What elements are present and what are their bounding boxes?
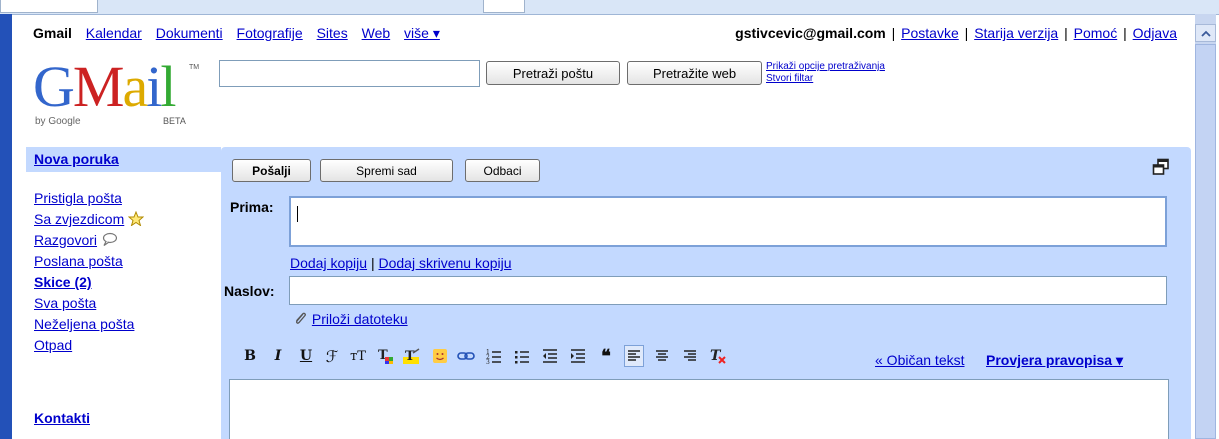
- italic-icon[interactable]: I: [268, 345, 288, 367]
- spellcheck-link[interactable]: Provjera pravopisa ▾: [986, 352, 1123, 369]
- highlight-icon[interactable]: T: [402, 345, 422, 367]
- search-mail-button[interactable]: Pretraži poštu: [486, 61, 620, 85]
- help-link[interactable]: Pomoć: [1074, 25, 1118, 41]
- chevron-up-icon: [1200, 30, 1211, 37]
- sidebar-item-inbox[interactable]: Pristigla pošta: [34, 190, 122, 206]
- top-nav: Gmail Kalendar Dokumenti Fotografije Sit…: [33, 25, 450, 42]
- nav-more-menu[interactable]: više ▾: [404, 25, 440, 41]
- scroll-up-button[interactable]: [1195, 24, 1216, 42]
- remove-formatting-icon[interactable]: T: [708, 345, 728, 367]
- send-button[interactable]: Pošalji: [232, 159, 311, 182]
- quote-icon[interactable]: ❝: [596, 345, 616, 367]
- plain-text-link[interactable]: « Običan tekst: [875, 352, 965, 368]
- subject-field[interactable]: [289, 276, 1167, 305]
- save-now-button[interactable]: Spremi sad: [320, 159, 453, 182]
- logo-by-google: by Google: [35, 116, 81, 127]
- add-cc-link[interactable]: Dodaj kopiju: [290, 255, 367, 271]
- sidebar-item-spam[interactable]: Neželjena pošta: [34, 316, 134, 332]
- search-input[interactable]: [219, 60, 480, 87]
- cc-links: Dodaj kopiju | Dodaj skrivenu kopiju: [290, 255, 512, 271]
- indent-icon[interactable]: [568, 345, 588, 367]
- attach-file-link[interactable]: Priloži datoteku: [312, 311, 408, 327]
- nav-link-photos[interactable]: Fotografije: [237, 25, 303, 41]
- underline-icon[interactable]: U: [296, 345, 316, 367]
- logo-tm: TM: [189, 64, 200, 71]
- browser-top-strip: [0, 0, 1219, 15]
- nav-link-sites[interactable]: Sites: [317, 25, 348, 41]
- older-version-link[interactable]: Starija verzija: [974, 25, 1058, 41]
- bullet-list-icon[interactable]: [512, 345, 532, 367]
- to-label: Prima:: [230, 199, 274, 215]
- paperclip-icon: [296, 312, 306, 324]
- nav-brand: Gmail: [33, 25, 72, 41]
- sidebar-item-drafts[interactable]: Skice (2): [34, 274, 92, 290]
- font-size-icon[interactable]: тT: [348, 345, 368, 367]
- browser-tab-edge: [0, 0, 98, 13]
- link-icon[interactable]: [456, 345, 476, 367]
- svg-text:3: 3: [486, 359, 490, 364]
- sidebar-item-chats[interactable]: Razgovori: [34, 232, 97, 248]
- settings-link[interactable]: Postavke: [901, 25, 959, 41]
- align-center-icon[interactable]: [652, 345, 672, 367]
- user-nav: gstivcevic@gmail.com | Postavke | Starij…: [735, 25, 1177, 41]
- nav-link-calendar[interactable]: Kalendar: [86, 25, 142, 41]
- search-options-link[interactable]: Prikaži opcije pretraživanja: [766, 61, 885, 73]
- sign-out-link[interactable]: Odjava: [1133, 25, 1177, 41]
- add-bcc-link[interactable]: Dodaj skrivenu kopiju: [378, 255, 511, 271]
- search-web-button[interactable]: Pretražite web: [627, 61, 762, 85]
- contacts-link[interactable]: Kontakti: [34, 410, 90, 426]
- sidebar-item-starred[interactable]: Sa zvjezdicom: [34, 211, 124, 227]
- new-window-icon[interactable]: [1152, 158, 1170, 176]
- sidebar-item-all-mail[interactable]: Sva pošta: [34, 295, 96, 311]
- window-left-border: [0, 14, 12, 439]
- to-field[interactable]: [289, 196, 1167, 247]
- align-left-icon[interactable]: [624, 345, 644, 367]
- nav-link-docs[interactable]: Dokumenti: [156, 25, 223, 41]
- message-body-editor[interactable]: [229, 379, 1169, 439]
- text-color-icon[interactable]: T: [376, 345, 396, 367]
- svg-text:T: T: [405, 349, 415, 364]
- outdent-icon[interactable]: [540, 345, 560, 367]
- bold-icon[interactable]: B: [240, 345, 260, 367]
- logo-beta: BETA: [163, 116, 186, 126]
- gmail-logo[interactable]: GMail TM by Google BETA: [33, 54, 199, 130]
- sidebar-nav: Pristigla pošta Sa zvjezdicom Razgovori …: [34, 188, 145, 356]
- text-caret: [297, 206, 298, 222]
- logo-wordmark: GMail: [33, 54, 176, 119]
- nav-link-web[interactable]: Web: [362, 25, 391, 41]
- sidebar-item-trash[interactable]: Otpad: [34, 337, 72, 353]
- font-icon[interactable]: ℱ: [322, 345, 342, 367]
- user-email: gstivcevic@gmail.com: [735, 25, 886, 41]
- compose-link-bar[interactable]: Nova poruka: [26, 147, 221, 172]
- star-icon: [127, 210, 145, 227]
- chat-bubble-icon: [102, 232, 118, 246]
- attach-row: Priloži datoteku: [292, 311, 408, 327]
- emoticon-icon[interactable]: [430, 345, 450, 367]
- browser-tab-edge: [483, 0, 525, 13]
- align-right-icon[interactable]: [680, 345, 700, 367]
- search-links: Prikaži opcije pretraživanja Stvori filt…: [766, 61, 885, 85]
- numbered-list-icon[interactable]: 123: [484, 345, 504, 367]
- discard-button[interactable]: Odbaci: [465, 159, 540, 182]
- sidebar-item-sent[interactable]: Poslana pošta: [34, 253, 123, 269]
- scrollbar-thumb[interactable]: [1195, 44, 1216, 439]
- compose-link[interactable]: Nova poruka: [34, 151, 119, 167]
- subject-label: Naslov:: [224, 283, 275, 299]
- create-filter-link[interactable]: Stvori filtar: [766, 73, 885, 85]
